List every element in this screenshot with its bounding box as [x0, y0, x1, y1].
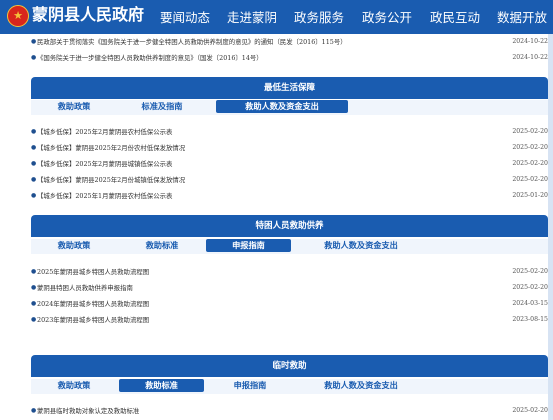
list-item-title[interactable]: 2023年蒙阴县城乡特困人员救助流程图	[37, 313, 149, 327]
list-item-date: 2025-01-20	[512, 192, 548, 199]
list-item-date: 2024-10-22	[512, 38, 548, 45]
list-item[interactable]: ● 【城乡低保】2025年2月蒙阴县农村低保公示表 2025-02-20	[31, 125, 548, 139]
nav-item-disclosure[interactable]: 政务公开	[362, 10, 412, 26]
tab-relief-standard[interactable]: 救助标准	[139, 239, 185, 252]
tab-relief-standard[interactable]: 救助标准	[119, 379, 204, 392]
bullet-icon: ●	[31, 284, 37, 291]
list-item[interactable]: ● 蒙阴县特困人员救助供养申报指南 2025-02-20	[31, 281, 548, 295]
list-item-title[interactable]: 民政部关于贯彻落实《国务院关于进一步健全特困人员救助供养制度的意见》的通知（民发…	[37, 35, 347, 49]
list-item-title[interactable]: 蒙阴县临时救助对象认定及救助标准	[37, 404, 139, 418]
nav-item-open-data[interactable]: 数据开放	[497, 10, 547, 26]
site-header: 蒙阴县人民政府 要闻动态 走进蒙阴 政务服务 政务公开 政民互动 数据开放	[0, 0, 553, 34]
national-emblem-icon	[7, 5, 29, 27]
bullet-icon: ●	[31, 192, 37, 199]
list-item-date: 2025-02-20	[512, 407, 548, 414]
tab-relief-policy[interactable]: 救助政策	[51, 239, 97, 252]
list-item-date: 2025-02-20	[512, 128, 548, 135]
section-tabs: 救助政策 标准及指南 救助人数及资金支出	[31, 100, 548, 115]
nav-item-services[interactable]: 政务服务	[294, 10, 344, 26]
nav-item-about[interactable]: 走进蒙阴	[227, 10, 277, 26]
nav-item-news[interactable]: 要闻动态	[160, 10, 210, 26]
section-header-minimum-living: 最低生活保障	[31, 77, 548, 99]
tab-recipients-funds[interactable]: 救助人数及资金支出	[315, 379, 407, 392]
list-item-title[interactable]: 【城乡低保】2025年1月蒙阴县农村低保公示表	[37, 189, 172, 203]
section-header-extreme-poverty: 特困人员救助供养	[31, 215, 548, 237]
list-item-date: 2025-02-20	[512, 284, 548, 291]
list-item-title[interactable]: 【城乡低保】2025年2月蒙阴县城镇低保公示表	[37, 157, 172, 171]
tab-application-guide[interactable]: 申报指南	[227, 379, 273, 392]
list-item-title[interactable]: 蒙阴县特困人员救助供养申报指南	[37, 281, 133, 295]
bullet-icon: ●	[31, 38, 37, 45]
section-tabs: 救助政策 救助标准 申报指南 救助人数及资金支出	[31, 239, 548, 254]
bullet-icon: ●	[31, 128, 37, 135]
main-content: ● 民政部关于贯彻落实《国务院关于进一步健全特困人员救助供养制度的意见》的通知（…	[0, 34, 553, 420]
list-item[interactable]: ● 【城乡低保】2025年2月蒙阴县城镇低保公示表 2025-02-20	[31, 157, 548, 171]
section-title: 最低生活保障	[263, 83, 315, 93]
section-title: 特困人员救助供养	[255, 221, 324, 231]
tab-application-guide[interactable]: 申报指南	[206, 239, 291, 252]
nav-item-interaction[interactable]: 政民互动	[430, 10, 480, 26]
tab-recipients-funds[interactable]: 救助人数及资金支出	[315, 239, 407, 252]
list-item-date: 2025-02-20	[512, 160, 548, 167]
list-item-date: 2024-10-22	[512, 54, 548, 61]
tab-standards-guide[interactable]: 标准及指南	[134, 100, 190, 113]
tab-relief-policy[interactable]: 救助政策	[51, 379, 97, 392]
section-tabs: 救助政策 救助标准 申报指南 救助人数及资金支出	[31, 379, 548, 394]
list-item-title[interactable]: 2024年蒙阴县城乡特困人员救助流程图	[37, 297, 149, 311]
list-item[interactable]: ● 2024年蒙阴县城乡特困人员救助流程图 2024-03-15	[31, 297, 548, 311]
site-title[interactable]: 蒙阴县人民政府	[32, 4, 144, 26]
bullet-icon: ●	[31, 316, 37, 323]
bullet-icon: ●	[31, 268, 37, 275]
list-item-date: 2025-02-20	[512, 144, 548, 151]
list-item-date: 2023-08-15	[512, 316, 548, 323]
list-item-title[interactable]: 【城乡低保】蒙阴县2025年2月份城镇低保发放情况	[37, 173, 185, 187]
bullet-icon: ●	[31, 54, 37, 61]
list-item[interactable]: ● 《国务院关于进一步健全特困人员救助供养制度的意见》（国发〔2016〕14号）…	[31, 51, 548, 65]
list-item-title[interactable]: 《国务院关于进一步健全特困人员救助供养制度的意见》（国发〔2016〕14号）	[37, 51, 263, 65]
bullet-icon: ●	[31, 144, 37, 151]
list-item-date: 2025-02-20	[512, 268, 548, 275]
list-item[interactable]: ● 【城乡低保】2025年1月蒙阴县农村低保公示表 2025-01-20	[31, 189, 548, 203]
section-header-temporary-relief: 临时救助	[31, 355, 548, 377]
list-item-date: 2024-03-15	[512, 300, 548, 307]
list-item[interactable]: ● 【城乡低保】蒙阴县2025年2月份农村低保发放情况 2025-02-20	[31, 141, 548, 155]
list-item[interactable]: ● 蒙阴县临时救助对象认定及救助标准 2025-02-20	[31, 404, 548, 418]
section-title: 临时救助	[272, 361, 307, 371]
scroll-edge	[548, 34, 553, 420]
tab-relief-policy[interactable]: 救助政策	[51, 100, 97, 113]
bullet-icon: ●	[31, 160, 37, 167]
bullet-icon: ●	[31, 407, 37, 414]
list-item[interactable]: ● 民政部关于贯彻落实《国务院关于进一步健全特困人员救助供养制度的意见》的通知（…	[31, 35, 548, 49]
bullet-icon: ●	[31, 300, 37, 307]
list-item-date: 2025-02-20	[512, 176, 548, 183]
list-item-title[interactable]: 【城乡低保】蒙阴县2025年2月份农村低保发放情况	[37, 141, 185, 155]
tab-recipients-funds[interactable]: 救助人数及资金支出	[216, 100, 348, 113]
list-item[interactable]: ● 【城乡低保】蒙阴县2025年2月份城镇低保发放情况 2025-02-20	[31, 173, 548, 187]
bullet-icon: ●	[31, 176, 37, 183]
list-item[interactable]: ● 2023年蒙阴县城乡特困人员救助流程图 2023-08-15	[31, 313, 548, 327]
list-item[interactable]: ● 2025年蒙阴县城乡特困人员救助流程图 2025-02-20	[31, 265, 548, 279]
list-item-title[interactable]: 2025年蒙阴县城乡特困人员救助流程图	[37, 265, 149, 279]
list-item-title[interactable]: 【城乡低保】2025年2月蒙阴县农村低保公示表	[37, 125, 172, 139]
